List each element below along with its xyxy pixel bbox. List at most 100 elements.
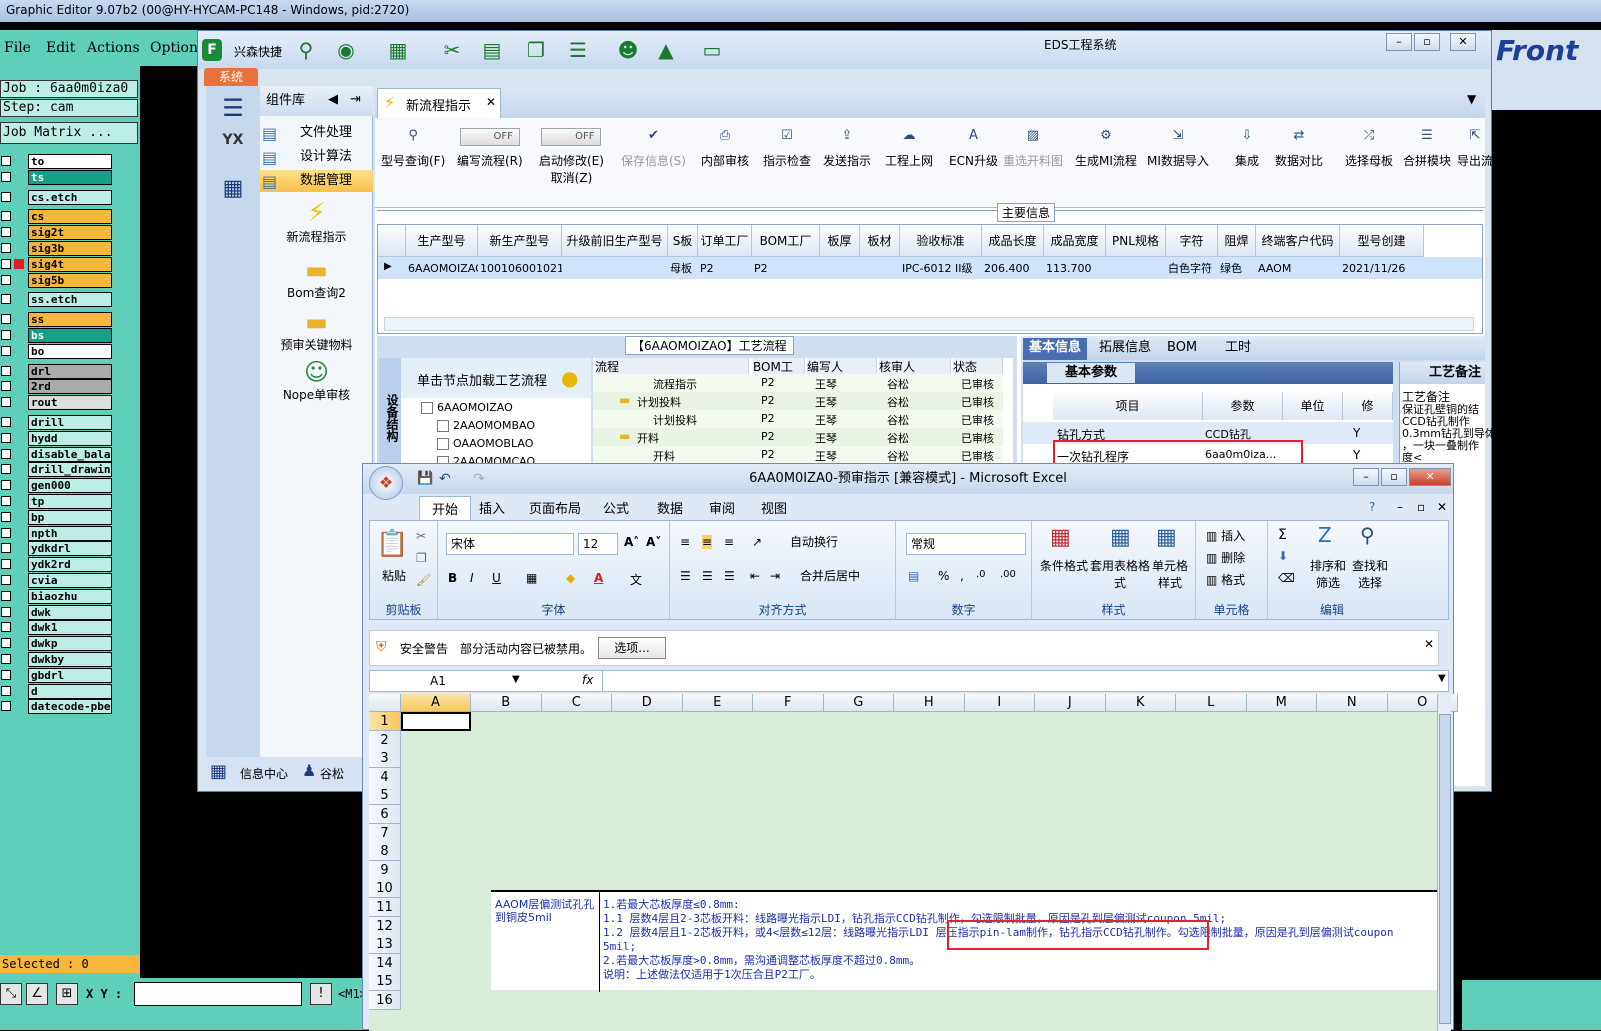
close-warning-icon[interactable]: ✕ [1424, 637, 1434, 651]
nav-new-process[interactable]: ⚡ 新流程指示 [260, 198, 373, 245]
info-center[interactable]: 信息中心 [240, 765, 288, 782]
layer-row[interactable]: drill [0, 415, 115, 430]
layer-row[interactable]: dwkp [0, 636, 115, 652]
layer-row[interactable]: bo [0, 343, 115, 359]
layer-row[interactable]: gbdrl [0, 667, 115, 683]
row-header[interactable]: 5 [369, 786, 401, 806]
column-header[interactable]: B [471, 694, 542, 712]
layer-checkbox[interactable] [1, 559, 11, 570]
search-icon[interactable]: ⚲ [294, 39, 318, 61]
layer-row[interactable]: npth [0, 525, 115, 541]
grid-header[interactable]: 终端客户代码 [1256, 225, 1340, 257]
grid-header[interactable]: 订单工厂 [698, 225, 752, 257]
clear-icon[interactable]: ⌫ [1278, 571, 1295, 585]
italic-icon[interactable]: I [470, 571, 474, 585]
maximize-button[interactable]: ▫ [1414, 33, 1440, 51]
layer-row[interactable]: rout [0, 395, 115, 411]
align-left-icon[interactable]: ☰ [680, 569, 691, 583]
layer-checkbox[interactable] [1, 243, 11, 253]
ribbon-button[interactable]: OFF 编写流程(R) [457, 128, 523, 169]
layer-checkbox[interactable] [1, 448, 11, 459]
column-header[interactable]: G [823, 694, 894, 712]
layer-checkbox[interactable] [1, 701, 11, 712]
vertical-scrollbar[interactable] [1437, 694, 1451, 1031]
toggle-off-icon[interactable]: OFF [457, 128, 523, 146]
layer-checkbox[interactable] [1, 622, 11, 633]
ribbon-button[interactable]: ⇩ 集成 [1235, 128, 1259, 169]
comma-icon[interactable]: , [960, 569, 964, 583]
layer-checkbox[interactable] [1, 511, 11, 522]
row-header[interactable]: 8 [369, 842, 401, 862]
row-header[interactable]: 10 [369, 879, 401, 899]
decrease-decimal-icon[interactable]: .00 [1000, 569, 1016, 580]
measure-icon[interactable]: ∠ [26, 983, 48, 1005]
layer-checkbox[interactable] [1, 365, 11, 376]
column-header[interactable]: D [612, 694, 683, 712]
film-icon[interactable]: ▤ [480, 39, 504, 61]
layer-checkbox[interactable] [1, 314, 11, 325]
chart-icon[interactable]: ▲ [654, 39, 678, 61]
layer-checkbox[interactable] [1, 575, 11, 585]
ribbon-button[interactable]: ⇪ 发送指示 [823, 128, 871, 169]
layer-row[interactable]: drl [0, 363, 115, 379]
delete-cells-button[interactable]: ▥ 删除 [1206, 549, 1245, 566]
row-header[interactable]: 13 [369, 935, 401, 955]
toggle-switch[interactable]: OFF [541, 128, 602, 146]
layer-checkbox[interactable] [1, 274, 11, 285]
copy-icon[interactable]: ❐ [416, 551, 427, 565]
grid-header[interactable]: 型号创建 [1340, 225, 1424, 257]
font-size-select[interactable]: 12 [578, 533, 618, 555]
grid-header[interactable]: 字符 [1166, 225, 1218, 257]
tree-node[interactable]: OAAOMOBLAO [453, 437, 533, 450]
layer-checkbox[interactable] [1, 480, 11, 491]
layer-row[interactable]: d [0, 683, 115, 699]
layer-row[interactable]: cvia [0, 573, 115, 588]
layer-row[interactable]: cs [0, 209, 115, 225]
chevron-left-icon[interactable]: ◀ [328, 92, 338, 107]
grid-header[interactable]: 阻焊 [1218, 225, 1256, 257]
grid-header[interactable]: 生产型号 [406, 225, 478, 257]
help-icon[interactable]: ? [1369, 500, 1375, 514]
info-tab[interactable]: 工时 [1219, 338, 1257, 360]
ribbon-button[interactable]: A ECN升级 [949, 128, 998, 169]
layer-row[interactable]: biaozhu [0, 588, 115, 604]
align-bottom-icon[interactable]: ≡ [724, 535, 734, 549]
layer-row[interactable]: disable_bala [0, 446, 115, 462]
info-icon[interactable]: ! [310, 983, 332, 1005]
menu-icon[interactable]: ☰ [214, 94, 252, 124]
layer-row[interactable]: ydk2rd [0, 557, 115, 573]
ribbon-button[interactable]: ▨ 重选开料图 [1003, 128, 1063, 169]
layer-row[interactable]: dwk [0, 604, 115, 620]
ribbon-button[interactable]: OFF 启动修改(E) 取消(Z) [539, 128, 604, 186]
row-header[interactable]: 11 [369, 898, 401, 917]
row-header[interactable]: 16 [369, 991, 401, 1010]
align-right-icon[interactable]: ☰ [724, 569, 735, 583]
tree-node[interactable]: 2AAOMOMBAO [453, 419, 535, 432]
table-format-button[interactable]: 套用表格格式 [1090, 557, 1150, 591]
layer-row[interactable]: 2rd [0, 379, 115, 395]
layer-checkbox[interactable] [1, 397, 11, 408]
job-matrix-button[interactable]: Job Matrix ... [0, 122, 138, 144]
undo-icon[interactable]: ↶ [439, 464, 451, 494]
layer-row[interactable]: ss.etch [0, 292, 115, 308]
param-header[interactable]: 项目 [1053, 392, 1203, 420]
layer-checkbox[interactable] [1, 606, 11, 617]
ribbon-tab[interactable]: 视图 [761, 498, 787, 517]
info-tab[interactable]: BOM [1161, 338, 1203, 360]
tree-checkbox[interactable] [421, 402, 433, 414]
layer-row[interactable]: sig3b [0, 241, 115, 256]
layer-row[interactable]: hydd [0, 430, 115, 446]
layer-row[interactable]: sig5b [0, 272, 115, 288]
layer-row[interactable]: datecode-pbe [0, 699, 115, 715]
flow-header[interactable]: 流程 [595, 358, 749, 374]
nav-pre-review[interactable]: ▬ 预审关键物料 [260, 308, 373, 353]
pin-icon[interactable]: ⇥ [350, 92, 361, 107]
tab-new-process[interactable]: ⚡ 新流程指示 ✕ [377, 88, 501, 118]
font-name-select[interactable]: 宋体 [446, 533, 574, 555]
layer-checkbox[interactable] [1, 191, 11, 202]
grid-header[interactable]: 验收标准 [900, 225, 982, 257]
scroll-thumb[interactable] [1439, 714, 1451, 1024]
fill-color-icon[interactable]: ◆ [566, 571, 575, 585]
scissors-icon[interactable]: ✂ [440, 39, 464, 61]
menu-actions[interactable]: Actions [87, 40, 140, 56]
